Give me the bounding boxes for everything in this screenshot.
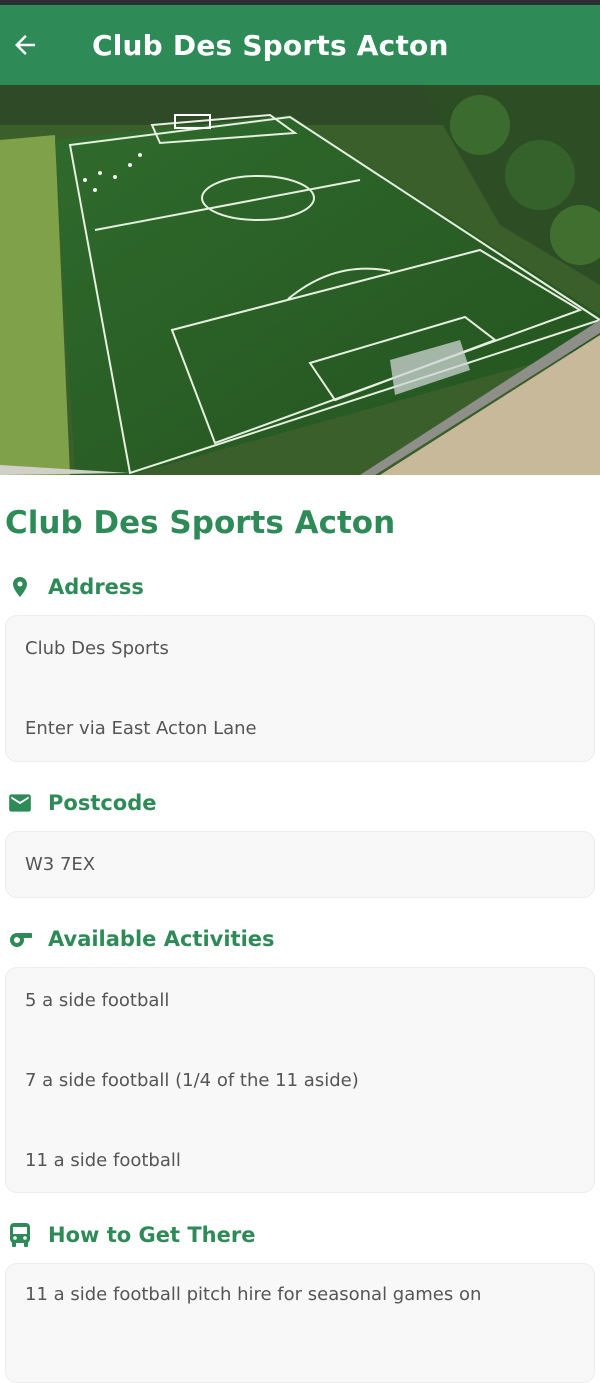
- directions-label: How to Get There: [48, 1223, 256, 1247]
- activity-item: 7 a side football (1/4 of the 11 aside): [25, 1070, 359, 1091]
- venue-photo: [0, 85, 600, 475]
- address-line: Enter via East Acton Lane: [25, 718, 257, 739]
- appbar-title: Club Des Sports Acton: [92, 28, 449, 62]
- postcode-card: W3 7EX: [5, 831, 595, 898]
- envelope-icon: [0, 783, 40, 823]
- postcode-value: W3 7EX: [25, 854, 96, 875]
- address-card: Club Des Sports Enter via East Acton Lan…: [5, 615, 595, 762]
- activities-heading: Available Activities: [0, 919, 275, 959]
- activity-item: 5 a side football: [25, 990, 170, 1011]
- postcode-label: Postcode: [48, 791, 157, 815]
- arrow-left-icon: [15, 35, 35, 55]
- activity-item: 11 a side football: [25, 1150, 181, 1171]
- app-bar: Club Des Sports Acton: [0, 5, 600, 85]
- activities-card: 5 a side football 7 a side football (1/4…: [5, 967, 595, 1193]
- map-pin-icon: [0, 567, 40, 607]
- directions-text: 11 a side football pitch hire for season…: [25, 1284, 482, 1305]
- address-line: Club Des Sports: [25, 638, 169, 659]
- bus-icon: [0, 1215, 40, 1255]
- back-button[interactable]: [0, 5, 50, 85]
- directions-card: 11 a side football pitch hire for season…: [5, 1263, 595, 1383]
- directions-heading: How to Get There: [0, 1215, 255, 1255]
- address-heading: Address: [0, 567, 144, 607]
- whistle-icon: [0, 919, 40, 959]
- postcode-heading: Postcode: [0, 783, 157, 823]
- address-label: Address: [48, 575, 144, 599]
- venue-name: Club Des Sports Acton: [5, 505, 396, 541]
- activities-label: Available Activities: [48, 927, 275, 951]
